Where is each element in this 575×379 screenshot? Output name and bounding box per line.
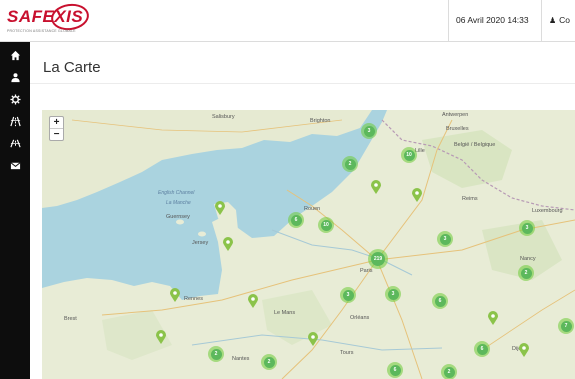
place-nantes: Nantes [232,356,250,362]
map-cluster[interactable]: 10 [318,217,334,233]
user-label: Co [559,15,571,25]
place-brighton: Brighton [310,118,331,124]
user-menu[interactable]: ♟ Co [549,15,570,25]
map-pin-icon[interactable] [308,332,318,346]
map-cluster[interactable]: 10 [401,147,417,163]
map-cluster[interactable]: 2 [261,354,277,370]
place-antwerpen: Antwerpen [442,112,469,118]
map-cluster[interactable]: 3 [361,123,377,139]
place-salisbury: Salisbury [212,114,235,120]
place-nancy: Nancy [520,256,536,262]
place-paris: Paris [360,268,373,274]
map-cluster[interactable]: 3 [385,286,401,302]
map-pin-icon[interactable] [215,201,225,215]
map-cluster[interactable]: 3 [437,231,453,247]
user-icon: ♟ [549,16,557,25]
map-pin-icon[interactable] [412,188,422,202]
sidebar [0,42,30,379]
sidebar-item-settings[interactable] [0,88,30,110]
map-pin-icon[interactable] [170,288,180,302]
place-manche: La Manche [166,200,191,206]
place-belgique: België / Belgique [454,142,496,148]
home-icon [10,50,20,60]
map-cluster[interactable]: 6 [387,362,403,378]
map-cluster[interactable]: 6 [432,293,448,309]
sidebar-item-messages[interactable] [0,154,30,176]
map-cluster[interactable]: 219 [368,249,388,269]
place-reims: Reims [462,196,478,202]
map-cluster[interactable]: 6 [474,341,490,357]
road-icon [9,116,21,126]
envelope-icon [10,161,20,169]
map-cluster[interactable]: 7 [558,318,574,334]
user-icon [10,72,20,82]
header-divider [541,0,542,42]
place-le-mans: Le Mans [274,310,296,316]
map-pin-icon[interactable] [488,311,498,325]
map-pin-icon[interactable] [248,294,258,308]
sidebar-item-user[interactable] [0,66,30,88]
sidebar-item-truck[interactable] [0,132,30,154]
truck-icon [9,139,21,147]
header-datetime: 06 Avril 2020 14:33 [456,15,529,25]
sidebar-item-home[interactable] [0,44,30,66]
map-pin-icon[interactable] [519,343,529,357]
map-cluster[interactable]: 2 [518,265,534,281]
page-title: La Carte [43,59,101,76]
place-guernsey: Guernsey [166,214,190,220]
map-cluster[interactable]: 2 [342,156,358,172]
safexis-logo[interactable]: SAFEXIS PROTECTION ASSISTANCE GLOBALE [7,1,91,39]
map-cluster[interactable]: 3 [519,220,535,236]
map-cluster[interactable]: 2 [441,364,457,379]
map-cluster[interactable]: 6 [288,212,304,228]
place-bruxelles: Bruxelles [446,126,469,132]
place-brest: Brest [64,316,77,322]
title-divider [30,83,575,84]
place-luxembourg: Luxembourg [532,208,563,214]
map-cluster[interactable]: 3 [340,287,356,303]
top-header: SAFEXIS PROTECTION ASSISTANCE GLOBALE 06… [0,0,575,42]
place-orleans: Orléans [350,315,370,321]
place-jersey: Jersey [192,240,209,246]
map-cluster[interactable]: 2 [208,346,224,362]
place-rennes: Rennes [184,296,203,302]
map-pin-icon[interactable] [223,237,233,251]
zoom-control: + − [49,116,64,141]
zoom-out-button[interactable]: − [50,128,63,140]
place-rouen: Rouen [304,206,321,212]
map-view[interactable]: Salisbury Brighton Antwerpen Bruxelles B… [42,110,575,379]
header-divider [448,0,449,42]
sidebar-item-road[interactable] [0,110,30,132]
map-pin-icon[interactable] [156,330,166,344]
logo-tagline: PROTECTION ASSISTANCE GLOBALE [7,29,76,33]
settings-icon [9,93,21,105]
place-tours: Tours [340,350,354,356]
zoom-in-button[interactable]: + [50,117,63,128]
place-english-channel: English Channel [158,190,195,196]
map-pin-icon[interactable] [371,180,381,194]
